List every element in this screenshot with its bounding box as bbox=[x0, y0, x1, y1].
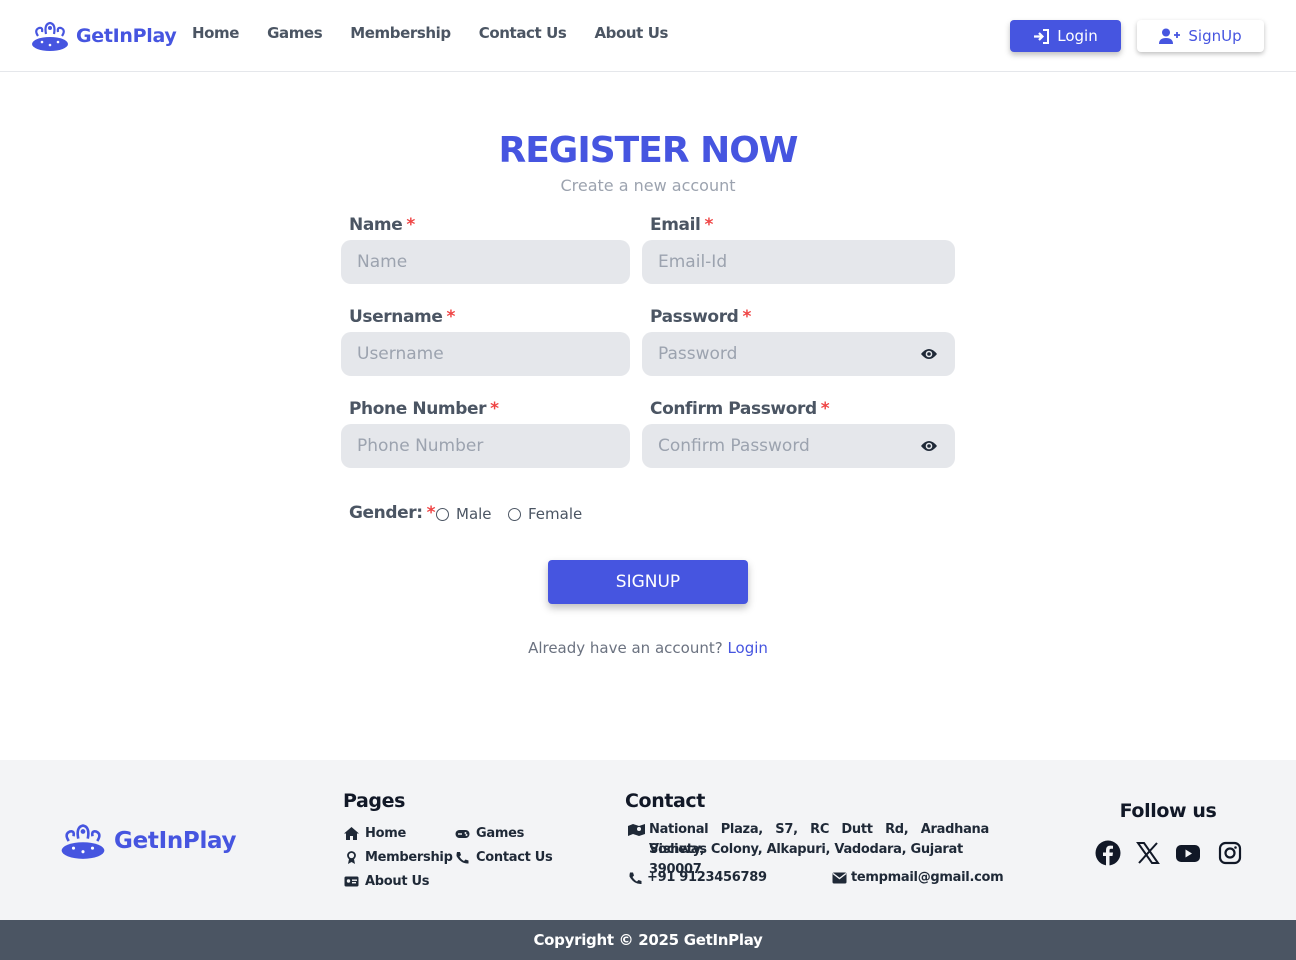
required-mark: * bbox=[704, 215, 713, 235]
email-label-text: Email bbox=[650, 215, 701, 235]
required-mark: * bbox=[490, 399, 499, 419]
gender-male-radio[interactable]: Male bbox=[436, 505, 492, 523]
password-input[interactable] bbox=[642, 332, 955, 376]
logo-icon bbox=[32, 21, 68, 51]
confirm-password-input[interactable] bbox=[642, 424, 955, 468]
footer-link-contact[interactable]: Contact Us bbox=[455, 850, 553, 865]
gender-label-text: Gender: bbox=[349, 503, 423, 523]
footer-link-games[interactable]: Games bbox=[455, 826, 524, 841]
name-label: Name * bbox=[349, 215, 415, 235]
navbar: GetInPlay Home Games Membership Contact … bbox=[0, 0, 1296, 72]
home-icon bbox=[344, 827, 359, 840]
required-mark: * bbox=[820, 399, 830, 419]
already-have-account: Already have an account? Login bbox=[0, 639, 1296, 657]
login-button[interactable]: Login bbox=[1010, 20, 1121, 52]
footer: GetInPlay Pages Home Membership About Us… bbox=[0, 760, 1296, 920]
page-title: REGISTER NOW bbox=[498, 130, 798, 171]
footer-link-membership[interactable]: Membership bbox=[344, 850, 453, 865]
password-label: Password * bbox=[650, 307, 751, 327]
confirm-password-label-text: Confirm Password bbox=[650, 399, 817, 419]
eye-icon[interactable] bbox=[920, 437, 938, 455]
brand-name: GetInPlay bbox=[76, 25, 177, 47]
page-subtitle: Create a new account bbox=[560, 176, 736, 195]
contact-heading: Contact bbox=[625, 790, 705, 812]
login-link[interactable]: Login bbox=[727, 639, 767, 657]
nav-link-games[interactable]: Games bbox=[267, 24, 323, 42]
footer-brand[interactable]: GetInPlay bbox=[58, 822, 237, 860]
signup-nav-button-label: SignUp bbox=[1188, 27, 1242, 45]
map-icon bbox=[628, 824, 645, 836]
footer-link-label: Games bbox=[476, 826, 525, 841]
footer-link-label: Contact Us bbox=[476, 850, 553, 865]
name-label-text: Name bbox=[349, 215, 403, 235]
required-mark: * bbox=[406, 215, 415, 235]
signup-nav-button[interactable]: SignUp bbox=[1137, 20, 1264, 52]
logo-icon bbox=[61, 824, 105, 859]
required-mark: * bbox=[446, 307, 455, 327]
x-icon[interactable] bbox=[1135, 840, 1161, 866]
email-input[interactable] bbox=[642, 240, 955, 284]
pages-heading: Pages bbox=[343, 790, 406, 812]
email-label: Email * bbox=[650, 215, 713, 235]
required-mark: * bbox=[742, 307, 751, 327]
phone-input[interactable] bbox=[341, 424, 630, 468]
required-mark: * bbox=[426, 503, 436, 523]
footer-link-label: Home bbox=[365, 826, 406, 841]
gamepad-icon bbox=[455, 830, 470, 838]
award-icon bbox=[347, 851, 356, 864]
id-card-icon bbox=[344, 876, 359, 887]
contact-phone[interactable]: +91 9123456789 bbox=[647, 868, 767, 888]
radio-circle[interactable] bbox=[508, 507, 521, 521]
gender-female-label: Female bbox=[528, 505, 583, 523]
footer-link-about[interactable]: About Us bbox=[344, 874, 429, 889]
confirm-password-label: Confirm Password * bbox=[650, 399, 830, 419]
footer-brand-name: GetInPlay bbox=[114, 828, 237, 854]
already-text: Already have an account? bbox=[528, 639, 723, 657]
envelope-icon bbox=[832, 872, 847, 884]
footer-link-label: About Us bbox=[365, 874, 430, 889]
username-label-text: Username bbox=[349, 307, 443, 327]
phone-label: Phone Number * bbox=[349, 399, 499, 419]
phone-icon bbox=[456, 852, 469, 864]
nav-link-about[interactable]: About Us bbox=[594, 24, 668, 42]
nav-link-home[interactable]: Home bbox=[192, 24, 239, 42]
name-input[interactable] bbox=[341, 240, 630, 284]
footer-link-label: Membership bbox=[365, 850, 453, 865]
copyright-bar: Copyright © 2025 GetInPlay bbox=[0, 920, 1296, 960]
brand-logo-link[interactable]: GetInPlay bbox=[30, 20, 177, 52]
gender-label: Gender: * bbox=[349, 503, 436, 523]
gender-male-label: Male bbox=[456, 505, 492, 523]
follow-heading: Follow us bbox=[1119, 800, 1217, 822]
username-input[interactable] bbox=[341, 332, 630, 376]
instagram-icon[interactable] bbox=[1217, 840, 1243, 866]
login-button-label: Login bbox=[1057, 27, 1098, 45]
radio-circle[interactable] bbox=[436, 507, 449, 521]
phone-icon bbox=[629, 872, 642, 885]
user-plus-icon bbox=[1159, 28, 1181, 44]
nav-link-contact[interactable]: Contact Us bbox=[479, 24, 567, 42]
contact-email[interactable]: tempmail@gmail.com bbox=[851, 868, 1004, 888]
phone-label-text: Phone Number bbox=[349, 399, 487, 419]
username-label: Username * bbox=[349, 307, 455, 327]
login-icon bbox=[1034, 28, 1050, 44]
eye-icon[interactable] bbox=[920, 345, 938, 363]
footer-link-home[interactable]: Home bbox=[344, 826, 406, 841]
nav-link-membership[interactable]: Membership bbox=[350, 24, 451, 42]
facebook-icon[interactable] bbox=[1095, 840, 1121, 866]
youtube-icon[interactable] bbox=[1175, 840, 1201, 866]
gender-female-radio[interactable]: Female bbox=[508, 505, 582, 523]
signup-submit-button[interactable]: SIGNUP bbox=[548, 560, 748, 604]
password-label-text: Password bbox=[650, 307, 739, 327]
nav-links: Home Games Membership Contact Us About U… bbox=[192, 24, 696, 42]
